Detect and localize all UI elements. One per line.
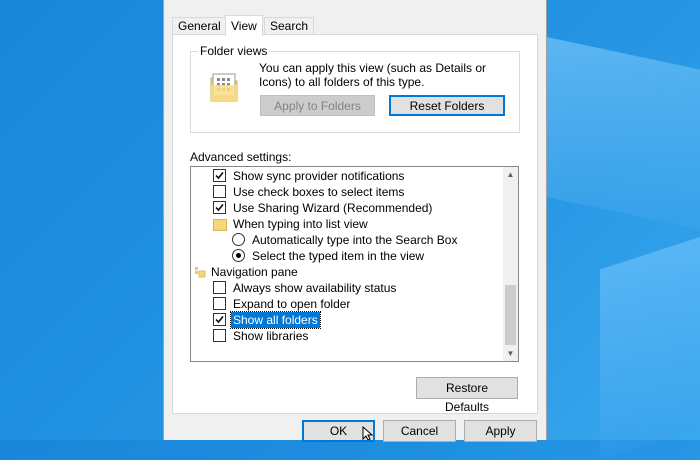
scroll-down-icon[interactable]: ▼ xyxy=(503,346,518,361)
folder-views-description: You can apply this view (such as Details… xyxy=(259,61,487,89)
list-item-label: Use check boxes to select items xyxy=(233,185,405,199)
checkbox-checked[interactable] xyxy=(213,313,226,326)
reset-folders-button[interactable]: Reset Folders xyxy=(389,95,505,116)
checkbox-unchecked[interactable] xyxy=(213,329,226,342)
list-item-label: Navigation pane xyxy=(211,265,298,279)
checkbox-unchecked[interactable] xyxy=(213,281,226,294)
list-item-label: When typing into list view xyxy=(233,217,368,231)
cancel-button[interactable]: Cancel xyxy=(383,420,456,442)
apply-button[interactable]: Apply xyxy=(464,420,537,442)
desktop-light-beam-lower xyxy=(600,230,700,460)
desktop-light-beam xyxy=(545,36,700,244)
folder-views-group: Folder views You can apply this view (su… xyxy=(190,44,520,133)
list-item-label: Show sync provider notifications xyxy=(233,169,405,183)
apply-to-folders-button[interactable]: Apply to Folders xyxy=(260,95,375,116)
list-item-label: Automatically type into the Search Box xyxy=(252,233,458,247)
radio-selected[interactable] xyxy=(232,249,245,262)
radio-unselected[interactable] xyxy=(232,233,245,246)
checkbox-unchecked[interactable] xyxy=(213,185,226,198)
view-tab-panel: Folder views You can apply this view (su… xyxy=(172,34,538,414)
checkbox-unchecked[interactable] xyxy=(213,297,226,310)
folder-options-dialog: General View Search Folder views You can xyxy=(163,0,547,442)
folder-view-icon xyxy=(210,72,238,102)
scroll-up-icon[interactable]: ▲ xyxy=(503,167,518,182)
list-item-label: Use Sharing Wizard (Recommended) xyxy=(233,201,433,215)
list-item-label: Select the typed item in the view xyxy=(252,249,425,263)
tab-search[interactable]: Search xyxy=(264,17,315,35)
advanced-settings-label: Advanced settings: xyxy=(190,150,292,164)
list-item-label: Show libraries xyxy=(233,329,309,343)
mouse-cursor-icon xyxy=(362,425,374,441)
checkbox-checked[interactable] xyxy=(213,169,226,182)
list-item-label: Show all folders xyxy=(230,311,321,329)
restore-defaults-button[interactable]: Restore Defaults xyxy=(416,377,518,414)
list-item-label: Expand to open folder xyxy=(233,297,351,311)
tab-view[interactable]: View xyxy=(225,15,263,36)
tab-general[interactable]: General xyxy=(172,17,227,35)
folder-icon xyxy=(213,219,227,231)
scrollbar-thumb[interactable] xyxy=(505,285,516,345)
list-scrollbar[interactable]: ▲ ▼ xyxy=(503,167,518,361)
folder-views-title: Folder views xyxy=(198,44,270,58)
advanced-settings-list[interactable]: Show sync provider notifications Use che… xyxy=(190,166,519,362)
navigation-pane-icon xyxy=(194,266,206,278)
checkbox-checked[interactable] xyxy=(213,201,226,214)
radio-dot xyxy=(236,253,241,258)
list-item-label: Always show availability status xyxy=(233,281,397,295)
